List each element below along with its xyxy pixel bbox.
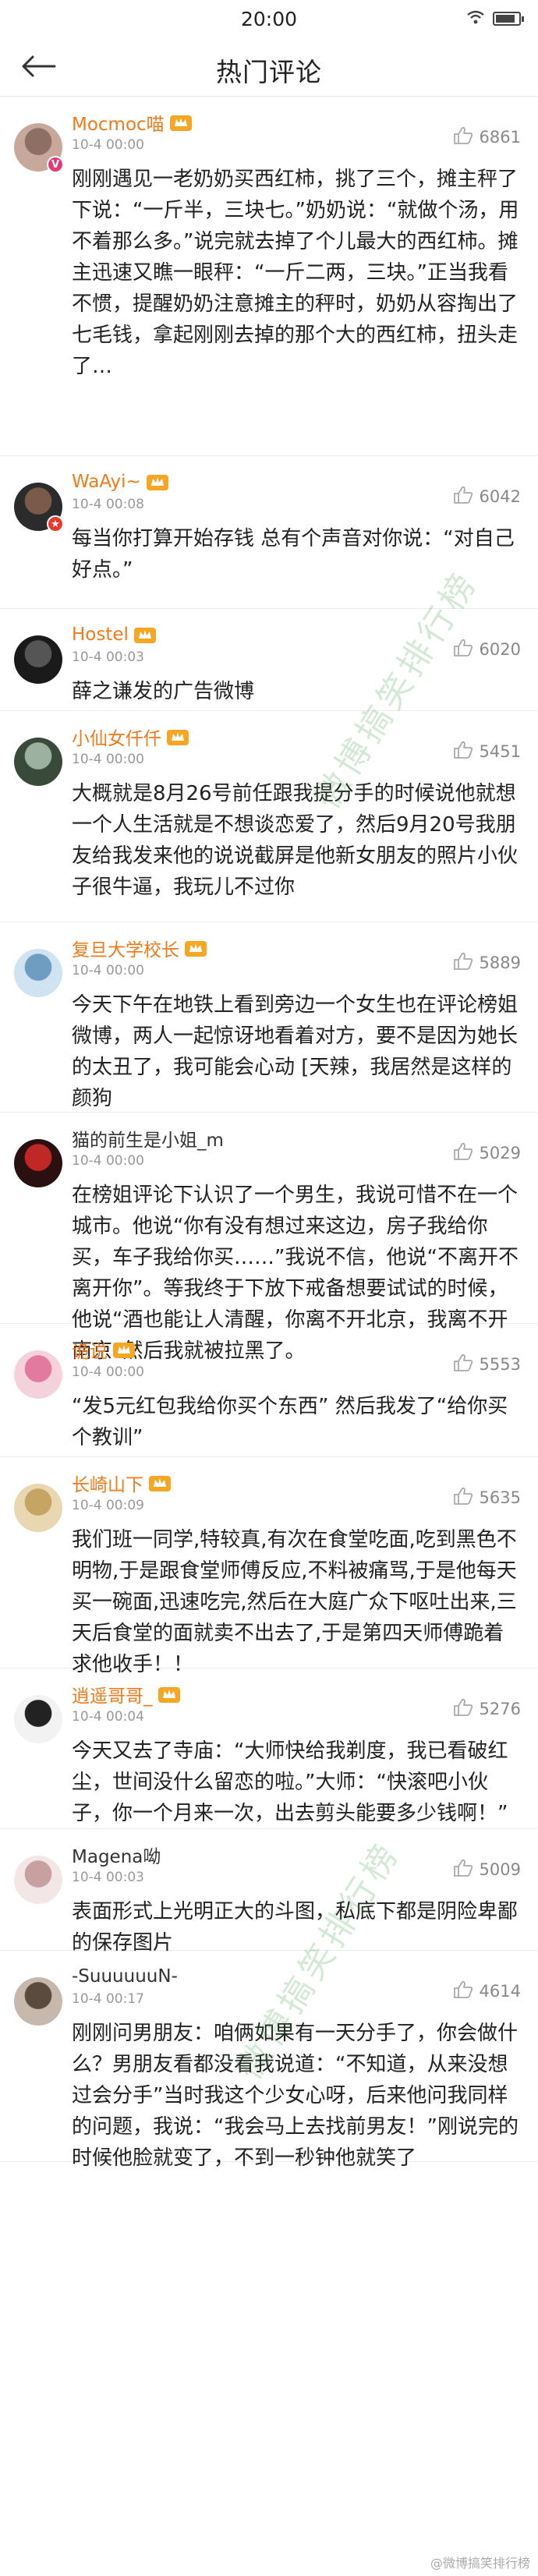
like-button[interactable]: 6861 bbox=[453, 126, 521, 148]
username-link[interactable]: Hostel bbox=[72, 625, 129, 645]
comment-item[interactable]: 复旦大学校长 10-4 00:00 今天下午在地铁上看到旁边一个女生也在评论榜姐… bbox=[0, 935, 538, 1113]
avatar[interactable]: V bbox=[14, 123, 64, 173]
page-title: 热门评论 bbox=[216, 57, 322, 87]
thumb-up-icon bbox=[453, 486, 473, 508]
comment-text: 表面形式上光明正大的斗图，私底下都是阴险卑鄙的保存图片 bbox=[72, 1900, 519, 1955]
like-count: 6861 bbox=[479, 128, 521, 147]
avatar[interactable] bbox=[14, 1139, 62, 1187]
username-link[interactable]: WaAyi~ bbox=[72, 472, 141, 492]
like-button[interactable]: 5009 bbox=[453, 1859, 521, 1881]
comment-item[interactable]: 长崎山下 10-4 00:09 我们班一同学,特较真,有次在食堂吃面,吃到黑色不… bbox=[0, 1470, 538, 1676]
comment-text: 今天又去了寺庙：“大师快给我剃度，我已看破红尘，世间没什么留恋的啦。”大师：“快… bbox=[72, 1739, 508, 1825]
comment-text: 每当你打算开始存钱 总有个声音对你说：“对自己好点。” bbox=[72, 527, 515, 582]
like-count: 5635 bbox=[479, 1488, 521, 1507]
username-link[interactable]: 诡说 bbox=[72, 1336, 108, 1363]
thumb-up-icon bbox=[453, 741, 473, 763]
like-count: 5553 bbox=[479, 1355, 521, 1374]
thumb-up-icon bbox=[453, 639, 473, 660]
comment-item[interactable]: Magena呦 10-4 00:03 表面形式上光明正大的斗图，私底下都是阴险卑… bbox=[0, 1842, 538, 1955]
username-link[interactable]: Magena呦 bbox=[72, 1842, 161, 1868]
comment-item[interactable]: ★ WaAyi~ 10-4 00:08 每当你打算开始存钱 总有个声音对你说：“… bbox=[0, 469, 538, 609]
comment-item[interactable]: -SuuuuuuN- 10-4 00:17 刚刚问男朋友：咱俩如果有一天分手了，… bbox=[0, 1963, 538, 2170]
like-count: 4614 bbox=[479, 1982, 521, 2001]
username-link[interactable]: 猫的前生是小姐_m bbox=[72, 1125, 224, 1152]
member-crown-icon bbox=[146, 472, 169, 492]
thumb-up-icon bbox=[453, 952, 473, 974]
avatar[interactable]: ★ bbox=[14, 483, 64, 533]
member-crown-icon bbox=[158, 1684, 181, 1704]
thumb-up-icon bbox=[453, 1698, 473, 1720]
comment-text: 薛之谦发的广告微博 bbox=[72, 680, 255, 703]
battery-icon bbox=[493, 12, 524, 26]
avatar[interactable] bbox=[14, 949, 62, 997]
comment-item[interactable]: 诡说 10-4 00:00 “发5元红包我给你买个东西” 然后我发了“给你买个教… bbox=[0, 1336, 538, 1457]
honor-badge-icon: ★ bbox=[47, 515, 64, 533]
like-count: 6020 bbox=[479, 640, 521, 659]
status-icons bbox=[466, 9, 524, 28]
comment-text: 我们班一同学,特较真,有次在食堂吃面,吃到黑色不明物,于是跟食堂师傅反应,不料被… bbox=[72, 1528, 517, 1676]
like-count: 5009 bbox=[479, 1860, 521, 1879]
like-count: 5889 bbox=[479, 954, 521, 972]
status-bar: 20:00 bbox=[0, 0, 538, 36]
like-button[interactable]: 5889 bbox=[453, 952, 521, 974]
username-link[interactable]: 小仙女仟仟 bbox=[72, 724, 161, 750]
username-link[interactable]: Mocmoc喵 bbox=[72, 109, 165, 136]
username-link[interactable]: -SuuuuuuN- bbox=[72, 1966, 178, 1987]
verified-badge-icon: V bbox=[47, 156, 64, 173]
avatar[interactable] bbox=[14, 738, 62, 786]
avatar[interactable] bbox=[14, 1695, 62, 1743]
nav-bar: 热门评论 bbox=[0, 36, 538, 97]
comment-text: 刚刚问男朋友：咱俩如果有一天分手了，你会做什么？男朋友看都没看我说道：“不知道，… bbox=[72, 2022, 519, 2170]
comment-text: 刚刚遇见一老奶奶买西红柿，挑了三个，摊主秤了下说：“一斤半，三块七。”奶奶说：“… bbox=[72, 168, 519, 378]
comment-item[interactable]: 逍遥哥哥_ 10-4 00:04 今天又去了寺庙：“大师快给我剃度，我已看破红尘… bbox=[0, 1681, 538, 1829]
member-crown-icon bbox=[169, 112, 193, 133]
comment-item[interactable]: Hostel 10-4 00:03 薛之谦发的广告微博 6020 bbox=[0, 621, 538, 711]
thumb-up-icon bbox=[453, 1487, 473, 1509]
like-button[interactable]: 5276 bbox=[453, 1698, 521, 1720]
like-count: 6042 bbox=[479, 487, 521, 506]
avatar[interactable] bbox=[14, 1350, 62, 1399]
member-crown-icon bbox=[184, 938, 207, 958]
thumb-up-icon bbox=[453, 1353, 473, 1375]
like-count: 5276 bbox=[479, 1700, 521, 1718]
like-button[interactable]: 4614 bbox=[453, 1980, 521, 2002]
member-crown-icon bbox=[166, 727, 189, 747]
comment-list: V Mocmoc喵 10-4 00:00 刚刚遇见一老奶奶买西红柿，挑了三个，摊… bbox=[0, 109, 538, 2170]
status-time: 20:00 bbox=[240, 8, 298, 30]
like-count: 5029 bbox=[479, 1144, 521, 1162]
avatar[interactable] bbox=[14, 1977, 62, 2026]
wifi-icon bbox=[466, 9, 485, 28]
like-button[interactable]: 5635 bbox=[453, 1487, 521, 1509]
avatar[interactable] bbox=[14, 1856, 62, 1904]
member-crown-icon bbox=[148, 1473, 172, 1493]
avatar[interactable] bbox=[14, 1484, 62, 1532]
thumb-up-icon bbox=[453, 1859, 473, 1881]
username-link[interactable]: 复旦大学校长 bbox=[72, 935, 179, 961]
thumb-up-icon bbox=[453, 1980, 473, 2002]
member-crown-icon bbox=[133, 625, 157, 645]
like-button[interactable]: 5451 bbox=[453, 741, 521, 763]
like-button[interactable]: 6042 bbox=[453, 486, 521, 508]
comment-text: 今天下午在地铁上看到旁边一个女生也在评论榜姐微博，两人一起惊讶地看着对方，要不是… bbox=[72, 993, 519, 1110]
avatar[interactable] bbox=[14, 635, 62, 684]
comment-item[interactable]: V Mocmoc喵 10-4 00:00 刚刚遇见一老奶奶买西红柿，挑了三个，摊… bbox=[0, 109, 538, 456]
member-crown-icon bbox=[112, 1339, 136, 1360]
comment-text: 大概就是8月26号前任跟我提分手的时候说他就想一个人生活就是不想谈恋爱了，然后9… bbox=[72, 782, 519, 899]
like-button[interactable]: 5553 bbox=[453, 1353, 521, 1375]
footer-credit: @微博搞笑排行榜 bbox=[430, 2556, 530, 2571]
like-button[interactable]: 5029 bbox=[453, 1142, 521, 1164]
thumb-up-icon bbox=[453, 126, 473, 148]
thumb-up-icon bbox=[453, 1142, 473, 1164]
username-link[interactable]: 长崎山下 bbox=[72, 1470, 143, 1496]
like-button[interactable]: 6020 bbox=[453, 639, 521, 660]
comment-item[interactable]: 小仙女仟仟 10-4 00:00 大概就是8月26号前任跟我提分手的时候说他就想… bbox=[0, 724, 538, 922]
comment-text: “发5元红包我给你买个东西” 然后我发了“给你买个教训” bbox=[72, 1395, 508, 1449]
username-link[interactable]: 逍遥哥哥_ bbox=[72, 1681, 153, 1707]
like-count: 5451 bbox=[479, 742, 521, 761]
comment-item[interactable]: 猫的前生是小姐_m 10-4 00:00 在榜姐评论下认识了一个男生，我说可惜不… bbox=[0, 1125, 538, 1363]
